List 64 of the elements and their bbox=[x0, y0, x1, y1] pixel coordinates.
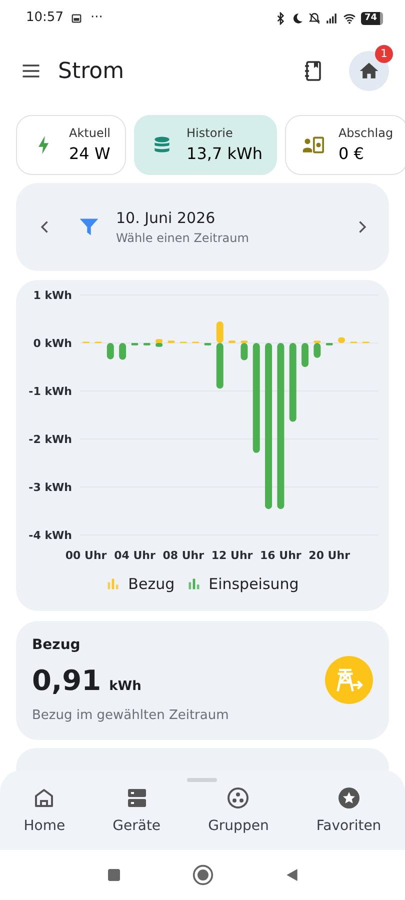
stat-title: Bezug bbox=[32, 636, 82, 655]
tile-value: 0 € bbox=[338, 143, 364, 165]
chart-bar bbox=[119, 343, 126, 360]
period-date: 10. Juni 2026 bbox=[116, 208, 216, 229]
tile-value: 13,7 kWh bbox=[186, 143, 262, 165]
status-time: 10:57 bbox=[26, 9, 64, 28]
circle-icon bbox=[192, 864, 214, 886]
home-avatar-button[interactable] bbox=[349, 51, 389, 91]
signal-icon bbox=[325, 12, 338, 24]
battery-indicator: 74 bbox=[361, 12, 383, 24]
nav-tab[interactable]: Gruppen bbox=[208, 786, 269, 837]
chart-bar bbox=[106, 343, 114, 360]
tile-label: Historie bbox=[186, 125, 233, 142]
home-button[interactable] bbox=[192, 864, 214, 886]
chart-bar bbox=[338, 337, 345, 343]
y-tick-label: 0 kWh bbox=[33, 337, 72, 350]
chart-bar bbox=[204, 343, 212, 346]
chart-bar bbox=[143, 343, 150, 346]
muted-bell-icon bbox=[308, 12, 322, 24]
drag-handle bbox=[187, 778, 217, 782]
wifi-icon bbox=[342, 12, 358, 24]
three-dots-circle-icon bbox=[226, 786, 250, 810]
summary-tile[interactable]: Historie 13,7 kWh bbox=[134, 115, 278, 175]
chart-bar bbox=[302, 343, 309, 367]
chart-bar bbox=[326, 343, 333, 346]
x-tick-label: 16 Uhr bbox=[260, 549, 302, 562]
legend-label: Einspeisung bbox=[208, 574, 299, 595]
tile-label: Abschlag bbox=[338, 125, 394, 142]
tile-value: 24 W bbox=[69, 143, 110, 165]
legend-bars-icon bbox=[186, 577, 201, 592]
chart-bar bbox=[168, 340, 175, 343]
moon-icon bbox=[291, 12, 304, 24]
calendar-icon bbox=[71, 12, 82, 24]
period-hint: Wähle einen Zeitraum bbox=[116, 230, 250, 248]
summary-tile[interactable]: Aktuell 24 W bbox=[16, 115, 126, 175]
x-tick-label: 00 Uhr bbox=[65, 549, 107, 562]
y-tick-label: -2 kWh bbox=[28, 433, 72, 446]
nav-tab[interactable]: Home bbox=[24, 786, 66, 837]
x-tick-label: 04 Uhr bbox=[114, 549, 156, 562]
tile-label: Aktuell bbox=[69, 125, 111, 142]
x-tick-label: 12 Uhr bbox=[211, 549, 253, 562]
legend-bars-icon bbox=[106, 577, 120, 592]
chart-bar bbox=[131, 343, 138, 346]
stat-value: 0,91 bbox=[32, 663, 102, 699]
more-indicator: ··· bbox=[90, 9, 103, 28]
x-tick-label: 20 Uhr bbox=[308, 549, 350, 562]
square-icon bbox=[106, 867, 122, 883]
x-tick-label: 08 Uhr bbox=[162, 549, 204, 562]
filter-icon bbox=[78, 216, 100, 238]
summary-tile[interactable]: Abschlag 0 € bbox=[285, 115, 405, 175]
stat-caption: Bezug im gewählten Zeitraum bbox=[32, 707, 230, 725]
page-title: Strom bbox=[58, 58, 126, 86]
y-tick-label: -4 kWh bbox=[28, 529, 72, 542]
y-tick-label: -1 kWh bbox=[28, 385, 72, 398]
stat-unit: kWh bbox=[109, 678, 142, 696]
nav-tab[interactable]: Geräte bbox=[112, 786, 161, 837]
chart-bar bbox=[228, 340, 236, 343]
cash-person-icon bbox=[302, 134, 324, 156]
legend-label: Bezug bbox=[128, 574, 175, 595]
recents-button[interactable] bbox=[106, 867, 122, 883]
y-tick-label: 1 kWh bbox=[33, 289, 72, 302]
y-tick-label: -3 kWh bbox=[28, 481, 72, 494]
notification-badge: 1 bbox=[375, 45, 393, 63]
nav-tab[interactable]: Favoriten bbox=[316, 786, 382, 837]
